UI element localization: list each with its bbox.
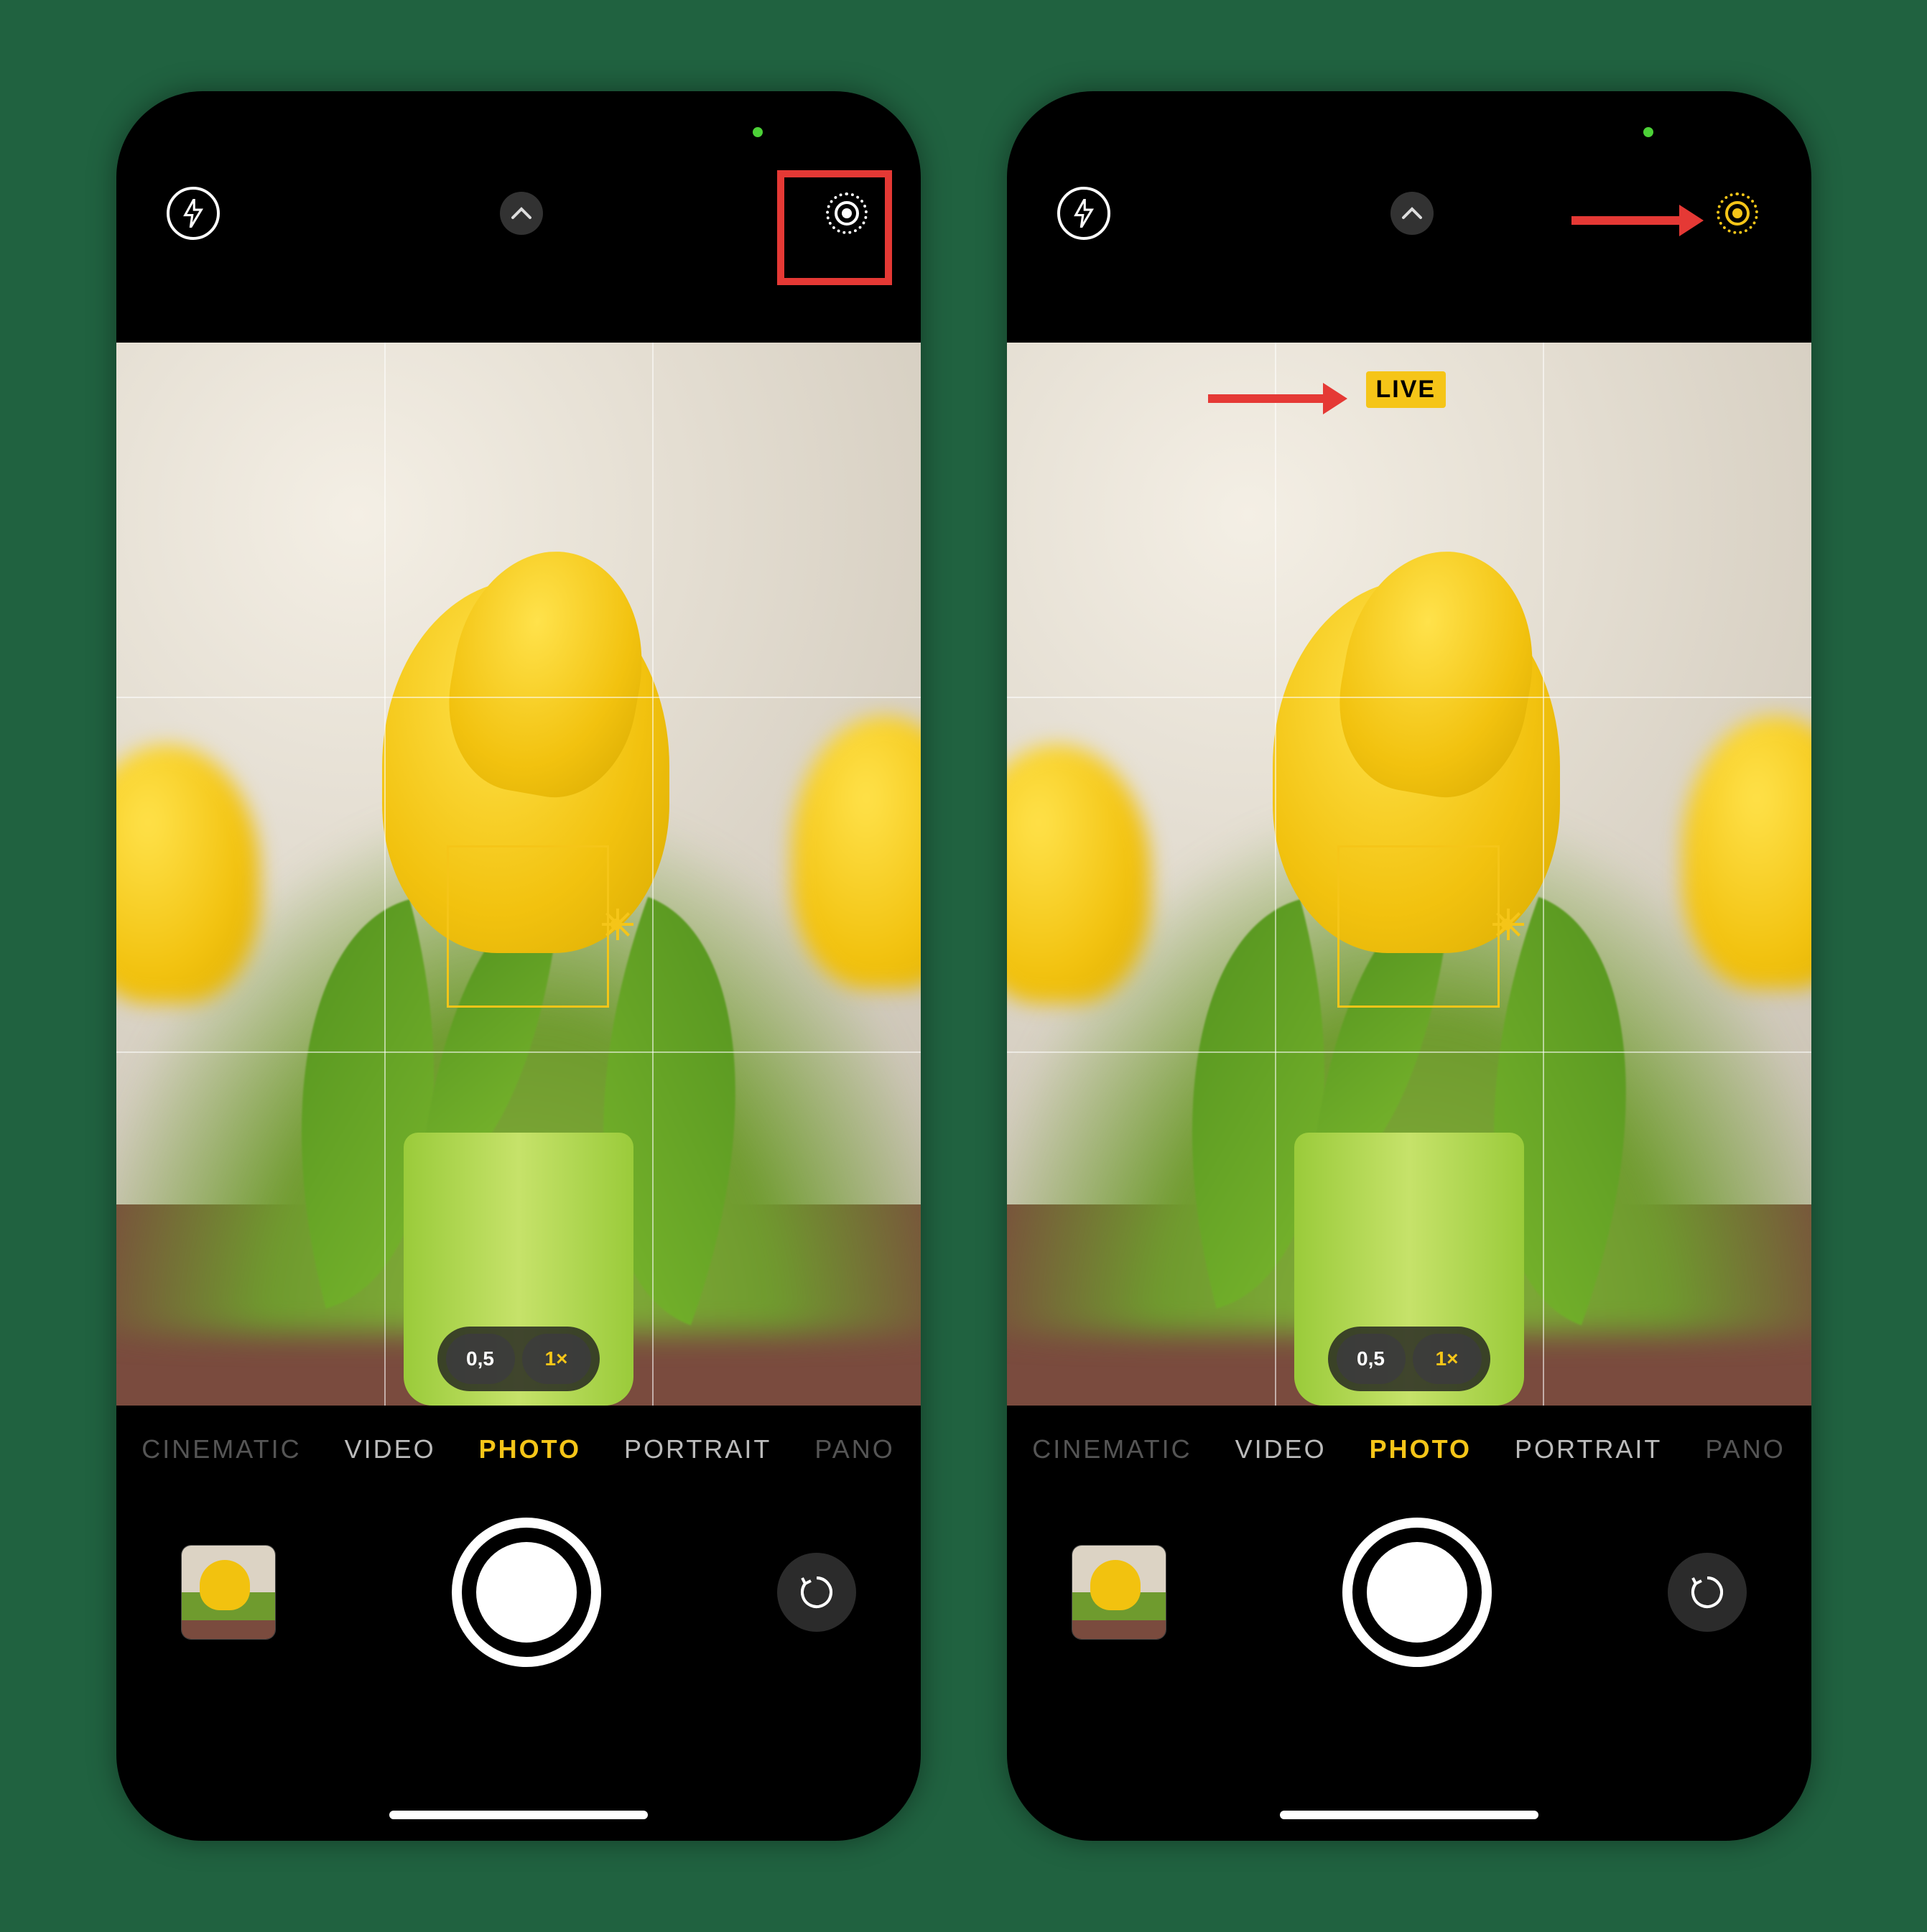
zoom-wide-button[interactable]: 0,5 <box>1337 1334 1406 1384</box>
camera-modes-row[interactable]: CINEMATIC VIDEO PHOTO PORTRAIT PANO <box>116 1434 921 1464</box>
chevron-up-icon <box>510 206 533 220</box>
phone-left: 0,5 1× CINEMATIC VIDEO PHOTO PORTRAIT PA… <box>116 91 921 1841</box>
zoom-standard-button[interactable]: 1× <box>1413 1334 1482 1384</box>
mode-photo[interactable]: PHOTO <box>1370 1434 1472 1464</box>
shutter-button[interactable] <box>1342 1518 1492 1667</box>
flash-toggle-button[interactable] <box>1057 187 1110 240</box>
mode-photo[interactable]: PHOTO <box>479 1434 581 1464</box>
camera-controls-expand-button[interactable] <box>1390 192 1434 235</box>
camera-flip-button[interactable] <box>1668 1553 1747 1632</box>
flash-icon <box>1073 199 1095 228</box>
flash-toggle-button[interactable] <box>167 187 220 240</box>
camera-indicator-dot <box>1643 127 1653 137</box>
live-photo-toggle-button-active[interactable] <box>1714 190 1761 237</box>
mode-cinematic[interactable]: CINEMATIC <box>141 1434 301 1464</box>
mode-portrait[interactable]: PORTRAIT <box>1515 1434 1662 1464</box>
mode-video[interactable]: VIDEO <box>1235 1434 1327 1464</box>
mode-cinematic[interactable]: CINEMATIC <box>1032 1434 1192 1464</box>
recent-photo-thumbnail[interactable] <box>181 1545 276 1640</box>
shutter-button[interactable] <box>452 1518 601 1667</box>
zoom-standard-button[interactable]: 1× <box>522 1334 591 1384</box>
camera-top-bar <box>1007 185 1811 242</box>
home-indicator[interactable] <box>389 1811 648 1819</box>
camera-indicator-dot <box>753 127 763 137</box>
live-badge: LIVE <box>1366 371 1447 408</box>
zoom-selector: 0,5 1× <box>1328 1327 1490 1391</box>
camera-modes-row[interactable]: CINEMATIC VIDEO PHOTO PORTRAIT PANO <box>1007 1434 1811 1464</box>
chevron-up-icon <box>1401 206 1424 220</box>
live-photo-icon <box>1717 192 1758 234</box>
live-photo-icon <box>826 192 868 234</box>
camera-viewfinder[interactable]: LIVE 0,5 1× <box>1007 343 1811 1406</box>
viewfinder-content <box>1007 343 1811 1406</box>
camera-flip-button[interactable] <box>777 1553 856 1632</box>
camera-bottom-bar <box>116 1506 921 1678</box>
zoom-selector: 0,5 1× <box>437 1327 600 1391</box>
camera-viewfinder[interactable]: 0,5 1× <box>116 343 921 1406</box>
phone-right: LIVE 0,5 1× CINEMATIC <box>1007 91 1811 1841</box>
mode-pano[interactable]: PANO <box>814 1434 894 1464</box>
camera-flip-icon <box>797 1572 837 1612</box>
flash-icon <box>182 199 204 228</box>
recent-photo-thumbnail[interactable] <box>1072 1545 1166 1640</box>
camera-flip-icon <box>1687 1572 1727 1612</box>
home-indicator[interactable] <box>1280 1811 1538 1819</box>
camera-controls-expand-button[interactable] <box>500 192 543 235</box>
mode-pano[interactable]: PANO <box>1705 1434 1785 1464</box>
zoom-wide-button[interactable]: 0,5 <box>446 1334 515 1384</box>
live-photo-toggle-button[interactable] <box>823 190 870 237</box>
viewfinder-content <box>116 343 921 1406</box>
camera-top-bar <box>116 185 921 242</box>
mode-portrait[interactable]: PORTRAIT <box>624 1434 771 1464</box>
mode-video[interactable]: VIDEO <box>345 1434 436 1464</box>
camera-bottom-bar <box>1007 1506 1811 1678</box>
